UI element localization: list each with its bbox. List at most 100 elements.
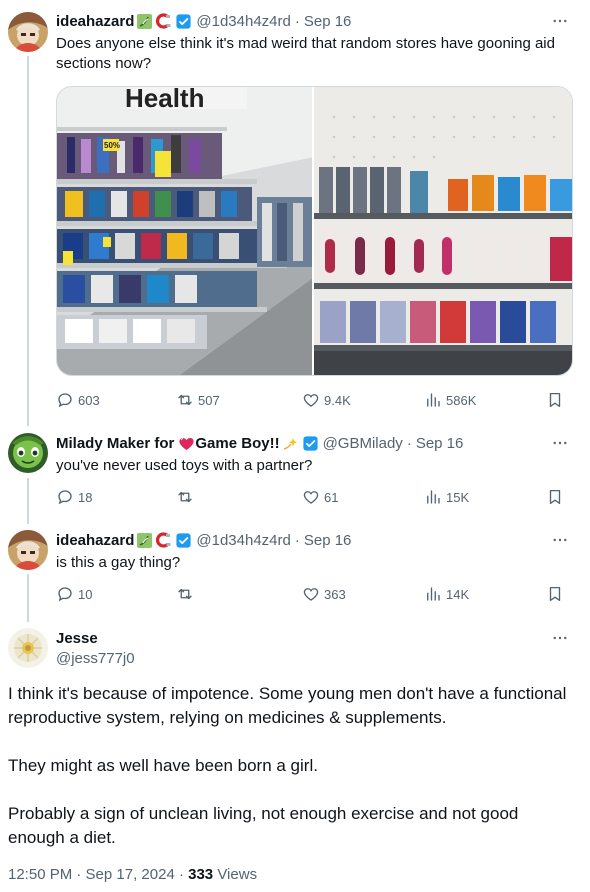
- reply-button[interactable]: 18: [56, 488, 92, 506]
- main-tweet: Jesse @jess777j0 I think it's because of…: [0, 622, 590, 892]
- thread-line: [27, 478, 29, 524]
- like-count: 363: [324, 586, 346, 602]
- main-tweet-paragraph-2: They might as well have been born a girl…: [8, 756, 318, 775]
- heart-icon: [302, 488, 320, 506]
- more-icon[interactable]: [550, 628, 570, 648]
- tweet-3[interactable]: ideahazard @1d34h4z4rd · Sep 16 is this …: [0, 524, 590, 622]
- separator: ·: [294, 12, 300, 30]
- handle[interactable]: @1d34h4z4rd: [196, 13, 290, 30]
- tweet-header: ideahazard @1d34h4z4rd · Sep 16: [56, 11, 351, 31]
- reply-button[interactable]: 603: [56, 391, 100, 409]
- heart-icon: [302, 585, 320, 603]
- reply-button[interactable]: 10: [56, 585, 92, 603]
- display-name[interactable]: Milady Maker for: [56, 435, 174, 452]
- store-sign: Health: [125, 87, 204, 113]
- verified-badge-icon: [175, 13, 192, 30]
- sparkle-star-emoji-icon: [282, 435, 299, 452]
- views-button[interactable]: 15K: [424, 488, 469, 506]
- retweet-button[interactable]: 507: [176, 391, 220, 409]
- like-button[interactable]: 9.4K: [302, 391, 351, 409]
- bookmark-button[interactable]: [546, 585, 568, 603]
- display-name[interactable]: ideahazard: [56, 13, 134, 30]
- retweet-count: 507: [198, 392, 220, 408]
- tweet-text: Does anyone else think it's mad weird th…: [56, 35, 555, 72]
- bookmark-button[interactable]: [546, 488, 568, 506]
- thread-line: [27, 574, 29, 622]
- timestamp[interactable]: Sep 16: [304, 532, 352, 549]
- views-count: 586K: [446, 392, 477, 408]
- handle[interactable]: @1d34h4z4rd: [196, 532, 290, 549]
- photo-1[interactable]: Health 50%: [57, 87, 314, 375]
- post-timestamp[interactable]: 12:50 PM · Sep 17, 2024 ·: [8, 866, 188, 883]
- reply-count: 18: [78, 489, 93, 505]
- more-icon[interactable]: [550, 11, 570, 31]
- retweet-icon: [176, 585, 194, 603]
- reply-icon: [56, 391, 74, 409]
- handle[interactable]: @jess777j0: [56, 650, 135, 667]
- leaf-emoji-icon: [136, 13, 153, 30]
- views-label: Views: [213, 866, 258, 883]
- thread-line: [27, 56, 29, 426]
- handle-row: @jess777j0: [56, 648, 135, 668]
- bookmark-icon: [546, 585, 564, 603]
- tweet-1[interactable]: ideahazard @1d34h4z4rd · Sep 16 Does any…: [0, 0, 590, 426]
- main-tweet-paragraph-3: Probably a sign of unclean living, not e…: [8, 804, 519, 847]
- tweet-actions: 10 363 14K: [56, 585, 570, 605]
- timestamp[interactable]: Sep 16: [304, 13, 352, 30]
- tweet-header: Jesse: [56, 628, 98, 648]
- avatar[interactable]: [8, 12, 48, 52]
- tweet-actions: 18 61 15K: [56, 488, 570, 508]
- like-button[interactable]: 363: [302, 585, 346, 603]
- main-tweet-paragraph-1: I think it's because of impotence. Some …: [8, 684, 567, 727]
- display-name[interactable]: ideahazard: [56, 532, 134, 549]
- retweet-icon: [176, 488, 194, 506]
- avatar[interactable]: [8, 628, 48, 668]
- like-button[interactable]: 61: [302, 488, 338, 506]
- avatar[interactable]: [8, 530, 48, 570]
- views-icon: [424, 488, 442, 506]
- magnet-emoji-icon: [155, 531, 172, 549]
- heart-icon: [302, 391, 320, 409]
- tweet-header: Milady Maker for Game Boy!! @GBMilady · …: [56, 433, 463, 453]
- leaf-emoji-icon: [136, 532, 153, 549]
- retweet-icon: [176, 391, 194, 409]
- separator: ·: [406, 434, 412, 452]
- views-count: 15K: [446, 489, 470, 505]
- bookmark-icon: [546, 488, 564, 506]
- retweet-button[interactable]: [176, 488, 198, 506]
- retweet-button[interactable]: [176, 585, 198, 603]
- tweet-text: is this a gay thing?: [56, 554, 181, 571]
- timestamp[interactable]: Sep 16: [416, 435, 464, 452]
- reply-icon: [56, 488, 74, 506]
- price-tag: 50%: [104, 141, 120, 150]
- tweet-actions: 603 507 9.4K 586K: [56, 391, 570, 411]
- avatar[interactable]: [8, 433, 48, 473]
- like-count: 9.4K: [324, 392, 351, 408]
- handle[interactable]: @GBMilady: [323, 435, 403, 452]
- display-name[interactable]: Jesse: [56, 630, 98, 647]
- views-button[interactable]: 586K: [424, 391, 476, 409]
- verified-badge-icon: [302, 435, 319, 452]
- views-count: 14K: [446, 586, 470, 602]
- tweet-text: you've never used toys with a partner?: [56, 457, 313, 474]
- tweet-2[interactable]: Milady Maker for Game Boy!! @GBMilady · …: [0, 426, 590, 524]
- tweet-meta: 12:50 PM · Sep 17, 2024 · 333 Views: [8, 866, 257, 883]
- tweet-header: ideahazard @1d34h4z4rd · Sep 16: [56, 530, 351, 550]
- reply-icon: [56, 585, 74, 603]
- bookmark-icon: [546, 391, 564, 409]
- verified-badge-icon: [175, 532, 192, 549]
- magnet-emoji-icon: [155, 12, 172, 30]
- separator: ·: [294, 531, 300, 549]
- views-button[interactable]: 14K: [424, 585, 469, 603]
- more-icon[interactable]: [550, 433, 570, 453]
- more-icon[interactable]: [550, 530, 570, 550]
- display-name-suffix[interactable]: Game Boy!!: [195, 435, 279, 452]
- reply-count: 603: [78, 392, 100, 408]
- views-count: 333: [188, 866, 214, 883]
- views-icon: [424, 391, 442, 409]
- media-grid[interactable]: Health 50%: [56, 86, 573, 376]
- photo-2[interactable]: [314, 87, 572, 375]
- views-icon: [424, 585, 442, 603]
- bookmark-button[interactable]: [546, 391, 568, 409]
- reply-count: 10: [78, 586, 93, 602]
